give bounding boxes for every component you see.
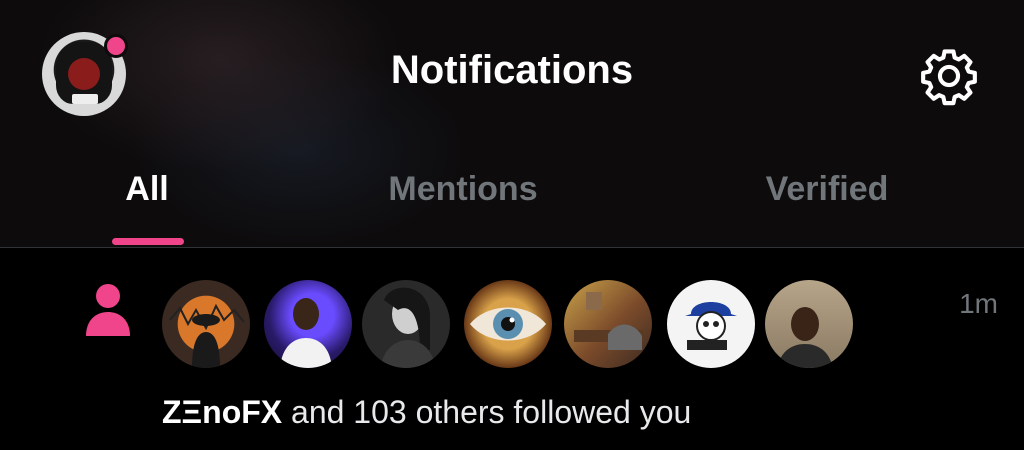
follower-avatar[interactable] (362, 280, 450, 368)
follower-avatar[interactable] (464, 280, 552, 368)
portrait-figure (777, 307, 833, 368)
tab-verified[interactable]: Verified (766, 170, 889, 209)
tab-mentions[interactable]: Mentions (388, 170, 537, 209)
actor-name[interactable]: ZΞnoFX (162, 394, 282, 430)
settings-gear-icon[interactable] (918, 45, 980, 107)
portrait-figure (280, 298, 332, 368)
silhouette-figure (169, 303, 245, 368)
notification-time: 1m (959, 288, 998, 319)
follower-avatar[interactable] (264, 280, 352, 368)
follower-avatar[interactable] (162, 280, 250, 368)
follower-avatar[interactable] (564, 280, 652, 368)
follower-avatar[interactable] (667, 280, 755, 368)
follower-avatar[interactable] (765, 280, 853, 368)
eye-image (470, 307, 546, 341)
active-tab-indicator (112, 238, 184, 245)
dizer-logo (685, 302, 737, 350)
person-icon (86, 284, 130, 336)
avatar-shirt (72, 94, 98, 104)
room-illustration (574, 292, 644, 350)
portrait-figure (380, 287, 436, 368)
notification-message: ZΞnoFX and 103 others followed you (162, 394, 691, 431)
notification-row[interactable]: 1m ZΞnoFX and 103 others followed you (0, 248, 1024, 450)
message-text: and 103 others followed you (282, 394, 692, 430)
page-title: Notifications (390, 48, 634, 92)
tab-all[interactable]: All (125, 170, 168, 209)
notification-tabs: All Mentions Verified (0, 160, 1024, 248)
top-header: Notifications All Mentions Verified (0, 0, 1024, 248)
